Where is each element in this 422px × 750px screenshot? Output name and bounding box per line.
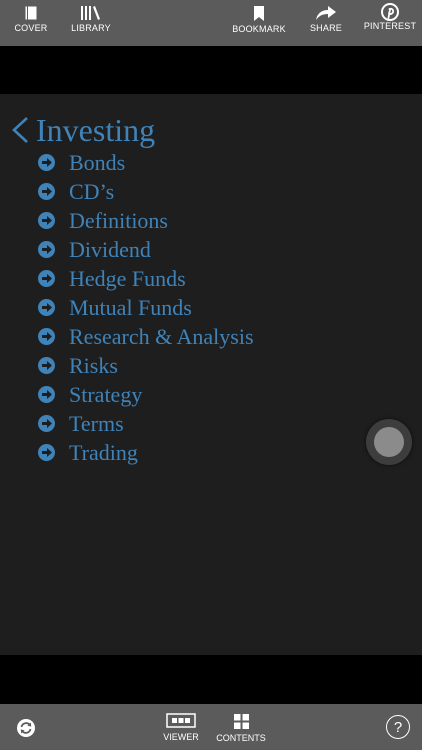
circle-arrow-right-icon [38, 386, 55, 403]
share-label: SHARE [309, 23, 342, 33]
viewer-label: VIEWER [163, 732, 199, 742]
viewer-icon [166, 713, 196, 728]
section-title: Investing [36, 112, 156, 148]
library-icon [81, 6, 100, 20]
assistive-touch-knob [374, 427, 404, 457]
pinterest-icon [381, 3, 399, 21]
list-item-label: Terms [69, 411, 124, 436]
circle-arrow-right-icon [38, 444, 55, 461]
list-item-label: Definitions [69, 208, 168, 233]
list-item-label: Dividend [69, 237, 151, 262]
circle-arrow-right-icon [38, 183, 55, 200]
assistive-touch-button[interactable] [366, 419, 412, 465]
cover-button[interactable]: COVER [14, 6, 48, 42]
list-item-label: Mutual Funds [69, 295, 192, 320]
pinterest-label: PINTEREST [363, 21, 417, 31]
list-item[interactable]: Hedge Funds [38, 264, 254, 293]
contents-label: CONTENTS [216, 733, 266, 743]
bookmark-button[interactable]: BOOKMARK [232, 6, 286, 42]
circle-arrow-right-icon [38, 357, 55, 374]
list-item[interactable]: Risks [38, 351, 254, 380]
circle-arrow-right-icon [38, 328, 55, 345]
pinterest-button[interactable]: PINTEREST [363, 3, 417, 42]
help-button[interactable]: ? [386, 715, 410, 739]
library-button[interactable]: LIBRARY [71, 6, 111, 42]
list-item[interactable]: CD’s [38, 177, 254, 206]
list-item-label: CD’s [69, 179, 115, 204]
list-item[interactable]: Terms [38, 409, 254, 438]
back-to-investing[interactable]: Investing [10, 112, 155, 148]
cover-label: COVER [14, 23, 48, 33]
contents-button[interactable]: CONTENTS [216, 714, 266, 743]
book-icon [25, 6, 37, 20]
rotate-button[interactable] [15, 717, 37, 739]
list-item[interactable]: Dividend [38, 235, 254, 264]
contents-list: Bonds CD’s Definitions Dividend Hedge Fu… [38, 148, 254, 467]
chevron-left-icon [12, 117, 28, 143]
list-item-label: Strategy [69, 382, 143, 407]
viewer-button[interactable]: VIEWER [162, 713, 200, 742]
list-item[interactable]: Mutual Funds [38, 293, 254, 322]
list-item-label: Trading [69, 440, 138, 465]
list-item[interactable]: Trading [38, 438, 254, 467]
list-item-label: Bonds [69, 150, 126, 175]
circle-arrow-right-icon [38, 241, 55, 258]
rotate-icon [17, 719, 35, 737]
circle-arrow-right-icon [38, 212, 55, 229]
grid-icon [233, 714, 249, 729]
list-item-label: Risks [69, 353, 118, 378]
share-arrow-icon [316, 6, 336, 20]
share-button[interactable]: SHARE [308, 6, 344, 42]
bookmark-label: BOOKMARK [232, 24, 286, 34]
list-item[interactable]: Research & Analysis [38, 322, 254, 351]
list-item[interactable]: Bonds [38, 148, 254, 177]
list-item[interactable]: Strategy [38, 380, 254, 409]
circle-arrow-right-icon [38, 415, 55, 432]
library-label: LIBRARY [71, 23, 111, 33]
list-item[interactable]: Definitions [38, 206, 254, 235]
circle-arrow-right-icon [38, 299, 55, 316]
help-icon: ? [393, 718, 403, 736]
bookmark-icon [254, 6, 264, 21]
circle-arrow-right-icon [38, 154, 55, 171]
bottom-toolbar: VIEWER CONTENTS ? [0, 704, 422, 750]
top-toolbar: COVER LIBRARY BOOKMARK SHARE PINTEREST [0, 0, 422, 46]
list-item-label: Research & Analysis [69, 324, 254, 349]
list-item-label: Hedge Funds [69, 266, 186, 291]
circle-arrow-right-icon [38, 270, 55, 287]
